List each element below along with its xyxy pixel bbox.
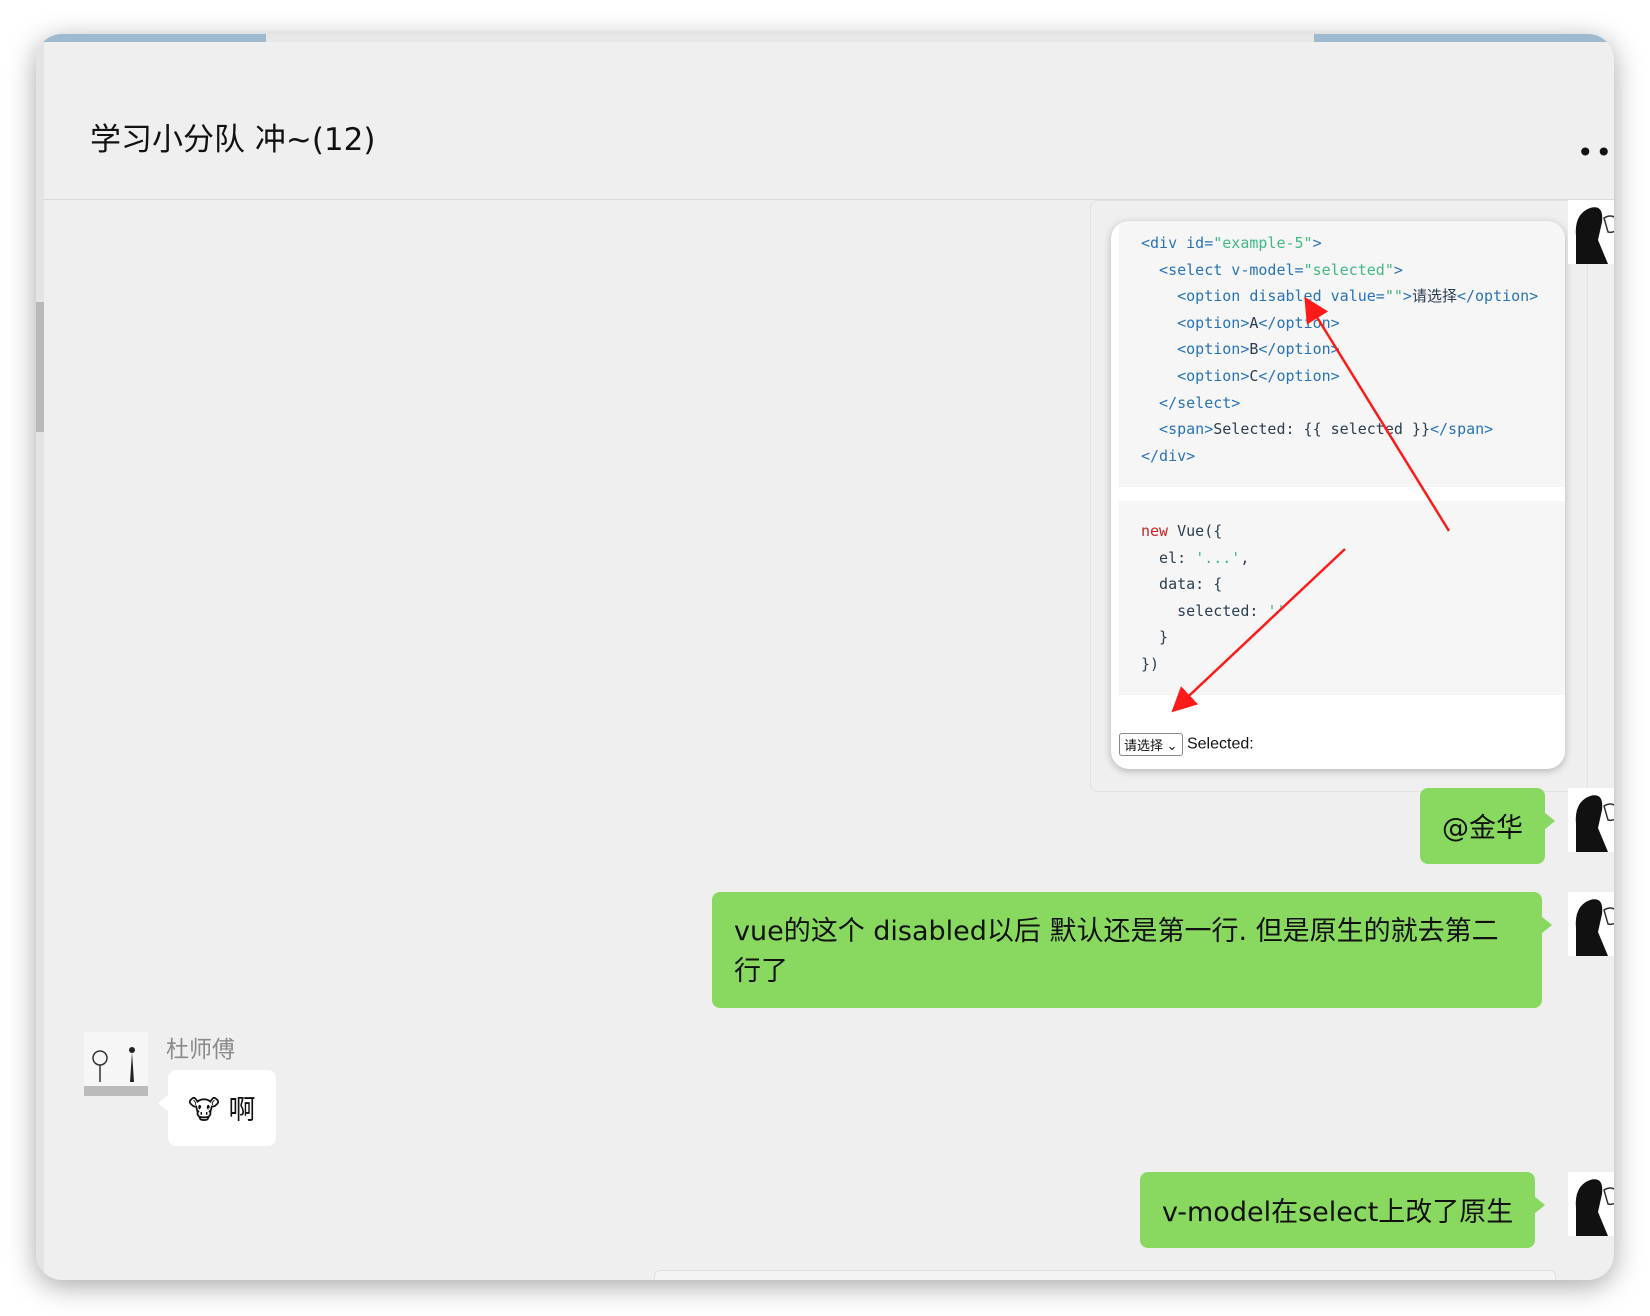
image-message[interactable]: <div id="example-5"> <select v-model="se… [1090, 200, 1588, 792]
more-options-icon[interactable]: •• [1577, 136, 1614, 169]
other-avatar[interactable] [84, 1032, 148, 1096]
message-bubble-mention[interactable]: @金华 [1420, 788, 1555, 864]
sender-name: 杜师傅 [166, 1037, 235, 1063]
message-bubble-reply[interactable]: 🐮 啊 [158, 1070, 276, 1146]
my-avatar[interactable] [1568, 1172, 1614, 1236]
next-message-edge [654, 1270, 1556, 1280]
chat-title: 学习小分队 冲~(12) [90, 122, 376, 158]
annotation-arrows [1171, 296, 1451, 713]
message-text: vue的这个 disabled以后 默认还是第一行. 但是原生的就去第二行了 [734, 916, 1499, 987]
message-text: v-model在select上改了原生 [1162, 1197, 1514, 1228]
my-avatar[interactable] [1568, 788, 1614, 852]
my-avatar[interactable] [1568, 892, 1614, 956]
code-screenshot: <div id="example-5"> <select v-model="se… [1111, 221, 1565, 769]
message-text: 🐮 啊 [188, 1095, 256, 1126]
message-text: @金华 [1442, 813, 1523, 844]
arrow-to-select [1171, 548, 1346, 713]
chat-header: 学习小分队 冲~(12) •• [44, 42, 1614, 200]
my-avatar[interactable] [1568, 200, 1614, 264]
message-bubble-disabled[interactable]: vue的这个 disabled以后 默认还是第一行. 但是原生的就去第二行了 [712, 892, 1552, 1008]
window-left-edge [36, 34, 44, 1280]
chat-window: 学习小分队 冲~(12) •• <div id="example-5"> <se… [36, 34, 1614, 1280]
arrow-to-disabled [1304, 296, 1451, 532]
background-window-strip [36, 34, 1614, 42]
message-bubble-vmodel[interactable]: v-model在select上改了原生 [1140, 1172, 1546, 1248]
